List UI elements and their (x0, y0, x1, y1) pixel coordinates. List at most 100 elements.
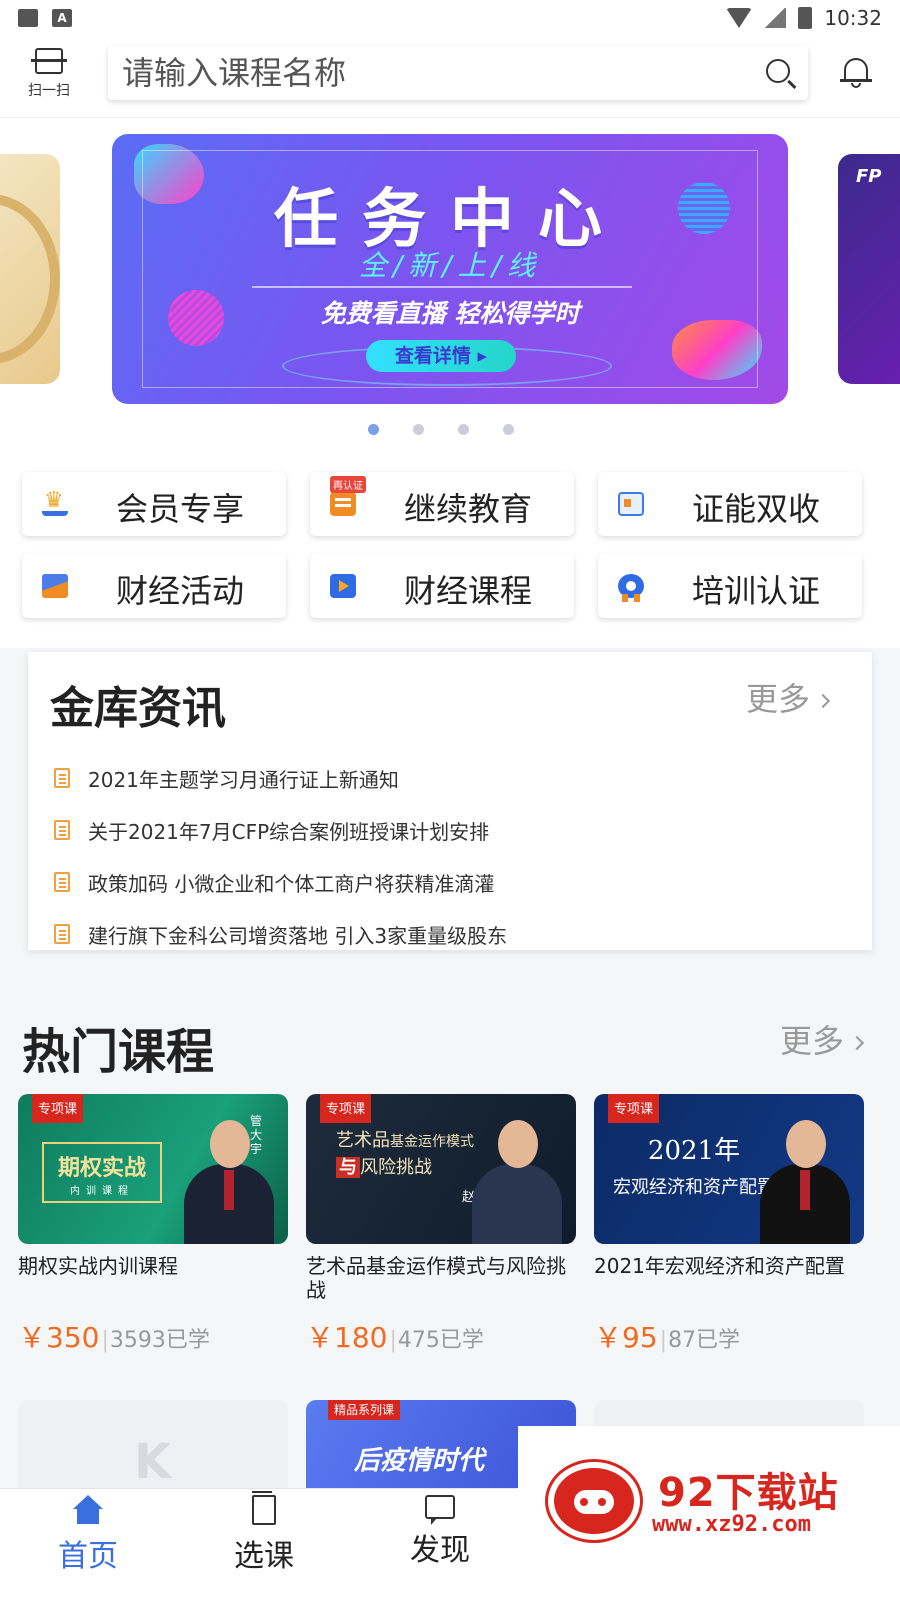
lecturer-photo (184, 1120, 274, 1244)
cover-title: 后疫情时代 (354, 1446, 485, 1476)
course-price-row: ￥95 87已学 (594, 1316, 864, 1356)
scan-button[interactable]: 扫一扫 (22, 46, 76, 100)
banner-card[interactable]: 任务中心 全/新/上/线 免费看直播 轻松得学时 查看详情 ▸ (112, 134, 788, 404)
course-card[interactable]: 专项课 2021年宏观经济和资产配置 2021年宏观经济和资产配置 ￥95 87… (594, 1094, 864, 1374)
watermark-url: www.xz92.com (652, 1512, 811, 1537)
tab-label: 首页 (58, 1539, 118, 1574)
book-icon (252, 1491, 276, 1525)
quick-entry-label: 证能双收 (692, 490, 821, 528)
quick-entry-finance-courses[interactable]: 财经课程 (310, 554, 574, 618)
course-card[interactable]: 专项课 艺术品基金运作模式 与风险挑战 赵力 艺术品基金运作模式与风险挑战 ￥1… (306, 1094, 576, 1374)
news-item-title: 建行旗下金科公司增资落地 引入3家重量级股东 (88, 923, 508, 948)
cover-title: 期权实战 内训课程 (42, 1142, 162, 1203)
certificate-icon (618, 492, 644, 516)
quick-entry-label: 继续教育 (404, 490, 533, 528)
cover-title: 2021年 宏观经济和资产配置 (613, 1136, 775, 1198)
course-tag: 专项课 (32, 1094, 84, 1123)
quick-entry-certificate[interactable]: 证能双收 (598, 472, 862, 536)
hot-more-link[interactable]: 更多 (780, 1016, 865, 1062)
news-item-title: 政策加码 小微企业和个体工商户将获精准滴灌 (88, 871, 495, 896)
status-bar: A 10:32 (0, 0, 900, 36)
course-card[interactable]: 专项课 期权实战内训课程 管大宇 期权实战内训课程 ￥350 3593已学 (18, 1094, 288, 1374)
course-students: 87已学 (660, 1322, 740, 1354)
bell-icon[interactable] (840, 54, 872, 88)
crown-icon (42, 490, 68, 516)
pager-dot[interactable] (368, 424, 379, 435)
tab-home[interactable]: 首页 (28, 1495, 148, 1575)
list-icon (330, 492, 356, 516)
banner-carousel[interactable]: 任务中心 全/新/上/线 免费看直播 轻松得学时 查看详情 ▸ FP (0, 118, 900, 458)
clock: 10:32 (824, 6, 882, 30)
news-item[interactable]: 关于2021年7月CFP综合案例班授课计划安排 (54, 804, 507, 856)
news-list: 2021年主题学习月通行证上新通知 关于2021年7月CFP综合案例班授课计划安… (54, 752, 507, 960)
watermark-title: 92下载站 (658, 1470, 839, 1516)
chevron-right-icon (849, 1035, 865, 1051)
document-icon (54, 924, 70, 944)
course-students: 475已学 (389, 1322, 484, 1354)
document-icon (54, 768, 70, 788)
document-icon (54, 820, 70, 840)
more-label: 更多 (746, 680, 811, 718)
hot-courses-title: 热门课程 (22, 1024, 215, 1080)
wifi-icon (726, 8, 753, 28)
banner-next-text: FP (856, 166, 882, 187)
course-tag: 专项课 (608, 1094, 660, 1123)
course-price: ￥95 (594, 1321, 658, 1354)
battery-icon (798, 7, 813, 29)
scan-icon (31, 48, 67, 74)
image-icon (18, 9, 38, 27)
home-icon (73, 1495, 103, 1525)
tab-courses[interactable]: 选课 (204, 1491, 324, 1575)
pager-dot[interactable] (503, 424, 514, 435)
quick-entry-member[interactable]: 会员专享 (22, 472, 286, 536)
pager-dot[interactable] (458, 424, 469, 435)
banner-detail-button[interactable]: 查看详情 ▸ (366, 340, 516, 372)
quick-entry-continuing-education[interactable]: 再认证 继续教育 (310, 472, 574, 536)
lecturer-photo (472, 1120, 562, 1244)
news-item[interactable]: 建行旗下金科公司增资落地 引入3家重量级股东 (54, 908, 507, 960)
app-header: 扫一扫 (0, 36, 900, 118)
course-price: ￥180 (306, 1321, 388, 1354)
course-list: 专项课 期权实战内训课程 管大宇 期权实战内训课程 ￥350 3593已学 专项… (18, 1094, 864, 1374)
course-card[interactable] (18, 1400, 288, 1500)
news-item-title: 关于2021年7月CFP综合案例班授课计划安排 (88, 819, 490, 844)
tab-discover[interactable]: 发现 (380, 1495, 500, 1569)
cover-title: 艺术品基金运作模式 与风险挑战 (336, 1130, 474, 1178)
search-bar[interactable] (108, 46, 808, 100)
watermark: 92下载站 www.xz92.com (518, 1426, 900, 1564)
course-name: 艺术品基金运作模式与风险挑战 (306, 1254, 566, 1302)
news-item[interactable]: 政策加码 小微企业和个体工商户将获精准滴灌 (54, 856, 507, 908)
course-name: 期权实战内训课程 (18, 1254, 178, 1278)
play-icon (330, 574, 356, 598)
chart-icon (42, 574, 68, 598)
a-icon: A (52, 9, 72, 27)
news-more-link[interactable]: 更多 (746, 674, 831, 720)
tab-label: 选课 (234, 1539, 294, 1574)
course-name: 2021年宏观经济和资产配置 (594, 1254, 845, 1278)
search-input[interactable] (122, 54, 742, 92)
banner-next-card[interactable]: FP (838, 154, 900, 384)
carousel-pager (0, 424, 900, 435)
banner-prev-card[interactable] (0, 154, 60, 384)
course-price-row: ￥350 3593已学 (18, 1316, 288, 1356)
news-card: 金库资讯 更多 2021年主题学习月通行证上新通知 关于2021年7月CFP综合… (28, 652, 872, 950)
more-label: 更多 (780, 1022, 845, 1060)
course-cover: 专项课 2021年 宏观经济和资产配置 (594, 1094, 864, 1244)
banner-subtitle: 全/新/上/线 (358, 249, 542, 282)
quick-entry-training[interactable]: 培训认证 (598, 554, 862, 618)
quick-entry-finance-events[interactable]: 财经活动 (22, 554, 286, 618)
quick-entry-label: 会员专享 (116, 490, 245, 528)
quick-entry-label: 财经课程 (404, 572, 533, 610)
scan-label: 扫一扫 (28, 83, 70, 99)
search-icon[interactable] (766, 59, 790, 83)
lecturer-photo (760, 1120, 850, 1244)
quick-entry-section: 会员专享 再认证 继续教育 证能双收 财经活动 财经课程 培训认证 (0, 458, 900, 648)
tab-label: 发现 (410, 1533, 470, 1568)
news-title: 金库资讯 (50, 683, 226, 734)
course-tag: 专项课 (320, 1094, 372, 1123)
course-price: ￥350 (18, 1321, 100, 1354)
quick-entry-label: 培训认证 (692, 572, 821, 610)
course-cover: 专项课 期权实战 内训课程 管大宇 (18, 1094, 288, 1244)
news-item[interactable]: 2021年主题学习月通行证上新通知 (54, 752, 507, 804)
pager-dot[interactable] (413, 424, 424, 435)
